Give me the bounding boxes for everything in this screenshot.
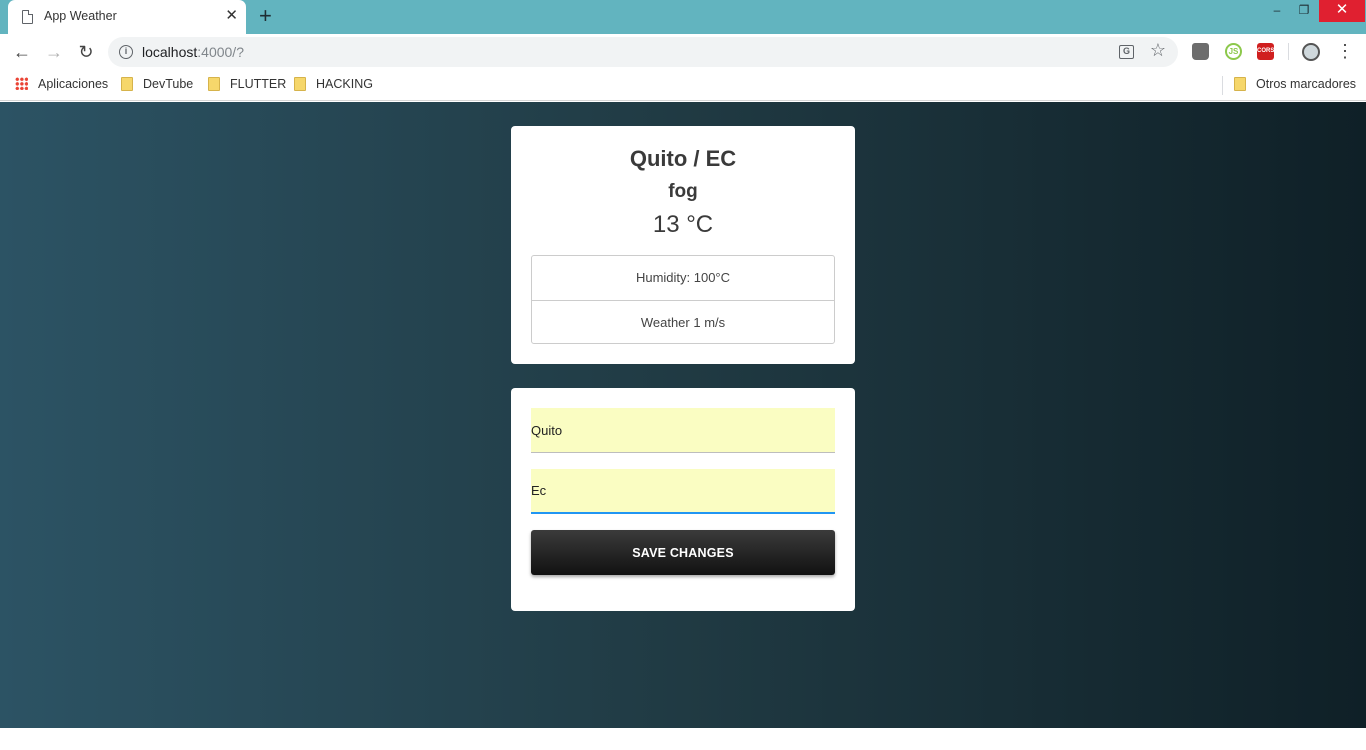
new-tab-button[interactable]: + <box>259 4 272 28</box>
tab-close-icon[interactable]: ✕ <box>225 7 238 25</box>
wind-item: Weather 1 m/s <box>532 300 834 344</box>
tab-title: App Weather <box>44 9 117 23</box>
temperature: 13 °C <box>652 211 714 238</box>
page-bottom-strip <box>0 728 1366 750</box>
extension-node-icon[interactable]: JS <box>1225 43 1242 60</box>
browser-titlebar: App Weather ✕ + – ❐ ✕ <box>0 0 1366 34</box>
bookmark-devtube[interactable]: DevTube <box>121 77 193 93</box>
apps-grid-icon <box>15 77 28 90</box>
folder-icon <box>1234 77 1246 91</box>
browser-tab-active[interactable]: App Weather ✕ <box>8 0 246 34</box>
translate-icon[interactable]: G <box>1119 45 1134 59</box>
weather-description: fog <box>668 181 698 202</box>
page-icon <box>22 10 33 24</box>
site-info-icon[interactable]: i <box>119 45 133 59</box>
browser-toolbar: ← → ↻ i localhost:4000/? G ☆ JS CORS ⋮ <box>0 34 1366 70</box>
reload-icon[interactable]: ↻ <box>74 40 98 64</box>
browser-menu-icon[interactable]: ⋮ <box>1336 40 1354 62</box>
restore-button[interactable]: ❐ <box>1290 0 1318 22</box>
weather-card: Quito / EC fog 13 °C Humidity: 100°C Wea… <box>511 126 855 364</box>
extension-cors-icon[interactable]: CORS <box>1257 43 1274 60</box>
address-bar[interactable]: i localhost:4000/? G ☆ <box>108 37 1178 67</box>
minimize-button[interactable]: – <box>1263 0 1291 22</box>
bookmarks-bar: Aplicaciones DevTube FLUTTER HACKING Otr… <box>0 70 1366 101</box>
humidity-item: Humidity: 100°C <box>635 270 731 285</box>
folder-icon <box>208 77 220 91</box>
location-form-card: SAVE CHANGES <box>511 388 855 611</box>
url-text: localhost:4000/? <box>142 44 244 60</box>
city-input[interactable] <box>531 408 835 453</box>
bookmark-flutter[interactable]: FLUTTER <box>208 77 286 93</box>
country-input[interactable] <box>531 469 835 514</box>
close-window-button[interactable]: ✕ <box>1319 0 1365 22</box>
profile-avatar-icon[interactable] <box>1302 43 1320 61</box>
bookmark-other[interactable]: Otros marcadores <box>1234 77 1356 93</box>
save-changes-button[interactable]: SAVE CHANGES <box>531 530 835 575</box>
back-arrow-icon[interactable]: ← <box>10 40 34 64</box>
folder-icon <box>121 77 133 91</box>
forward-arrow-icon[interactable]: → <box>42 40 66 64</box>
extension-bag-icon[interactable] <box>1192 43 1209 60</box>
toolbar-divider <box>1288 43 1289 60</box>
bookmark-apps[interactable]: Aplicaciones <box>15 77 108 93</box>
bookmarks-divider <box>1222 76 1223 95</box>
weather-details-list: Humidity: 100°C Weather 1 m/s <box>531 255 835 344</box>
bookmark-hacking[interactable]: HACKING <box>294 77 373 93</box>
bookmark-star-icon[interactable]: ☆ <box>1150 40 1166 61</box>
location-title: Quito / EC <box>629 146 737 171</box>
folder-icon <box>294 77 306 91</box>
weather-app-page: Quito / EC fog 13 °C Humidity: 100°C Wea… <box>0 102 1366 728</box>
